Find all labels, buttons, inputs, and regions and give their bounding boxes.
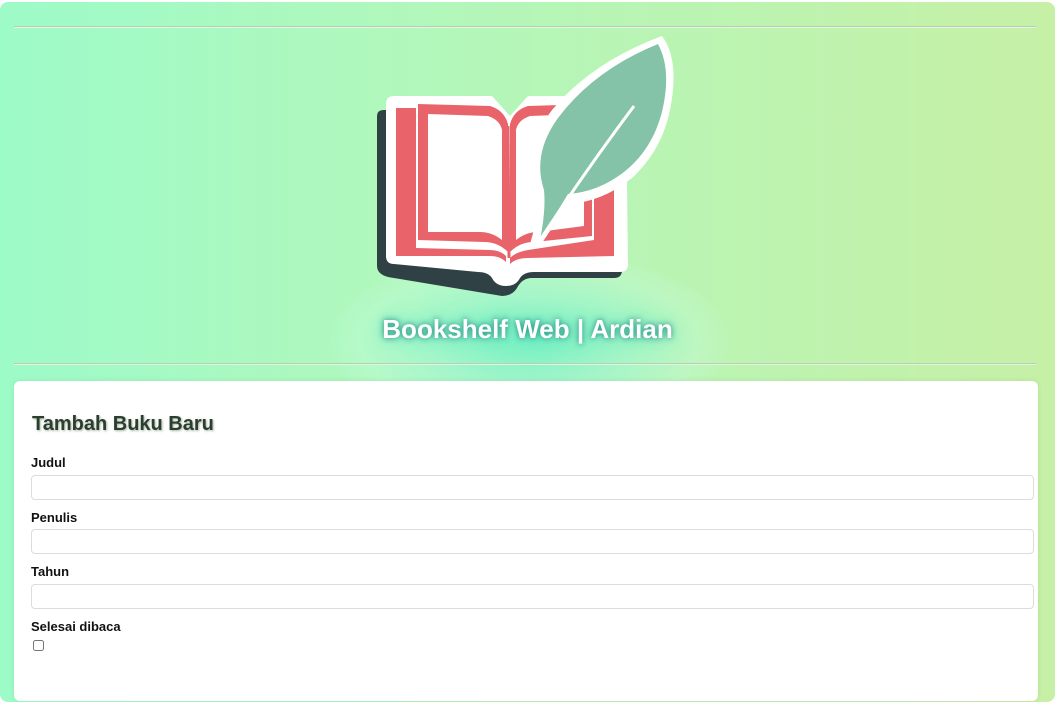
year-input[interactable] bbox=[31, 584, 1034, 609]
page-background: Bookshelf Web | Ardian Tambah Buku Baru … bbox=[0, 2, 1055, 702]
top-divider bbox=[14, 26, 1036, 28]
title-field-label: Judul bbox=[31, 455, 66, 470]
book-with-quill-icon bbox=[377, 36, 674, 296]
add-book-form-card: Tambah Buku Baru Judul Penulis Tahun Sel… bbox=[14, 381, 1038, 701]
site-title: Bookshelf Web | Ardian bbox=[382, 314, 673, 344]
author-input[interactable] bbox=[31, 529, 1034, 554]
header-divider bbox=[14, 363, 1036, 365]
finished-reading-checkbox[interactable] bbox=[33, 640, 44, 651]
finished-reading-label: Selesai dibaca bbox=[31, 619, 121, 634]
author-field-label: Penulis bbox=[31, 510, 78, 525]
form-title: Tambah Buku Baru bbox=[32, 413, 214, 435]
year-field-label: Tahun bbox=[31, 564, 70, 579]
title-input[interactable] bbox=[31, 475, 1034, 500]
